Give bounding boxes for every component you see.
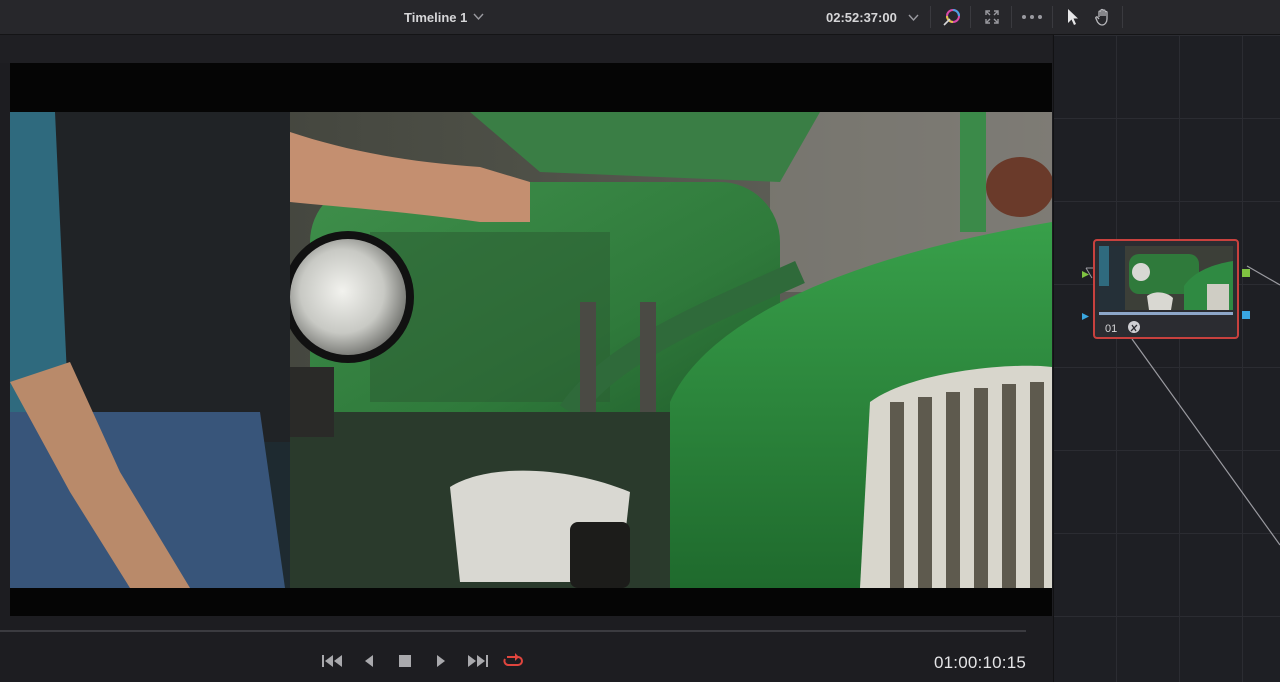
node-progress-bar bbox=[1099, 312, 1233, 315]
key-output-port-icon[interactable] bbox=[1242, 306, 1250, 319]
key-input-port-icon[interactable] bbox=[1082, 307, 1089, 320]
node-connections bbox=[1085, 265, 1280, 546]
node-thumbnail bbox=[1099, 246, 1233, 310]
rgb-output-port-icon[interactable] bbox=[1242, 264, 1250, 277]
rgb-input-port-icon[interactable] bbox=[1082, 265, 1089, 278]
color-node[interactable]: 01 bbox=[1093, 239, 1239, 339]
node-label: 01 bbox=[1105, 323, 1118, 335]
node-fx-icon bbox=[1128, 321, 1140, 333]
